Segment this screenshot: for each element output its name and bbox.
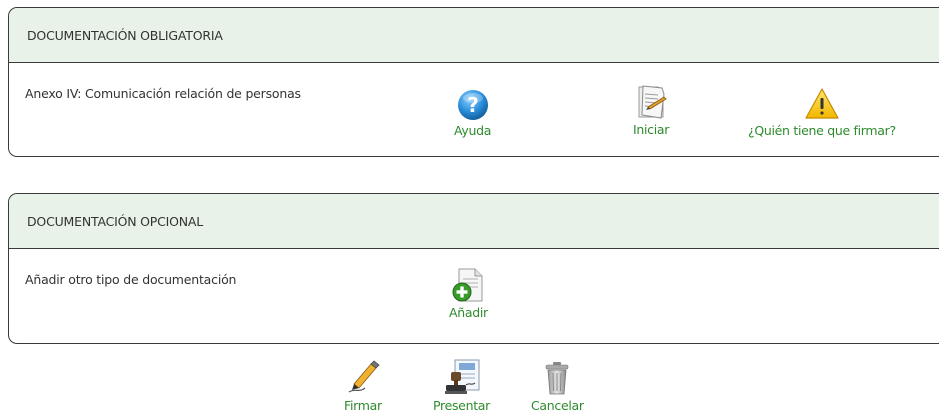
- stamp-icon: [444, 359, 479, 394]
- sign-label: Firmar: [344, 398, 382, 413]
- start-button[interactable]: Iniciar: [633, 84, 669, 137]
- document-edit-icon: [638, 85, 667, 119]
- optional-documents-title: DOCUMENTACIÓN OPCIONAL: [9, 194, 939, 249]
- cancel-button[interactable]: Cancelar: [531, 361, 584, 413]
- question-icon: ?: [457, 90, 488, 120]
- mandatory-documents-title: DOCUMENTACIÓN OBLIGATORIA: [9, 8, 939, 63]
- annex-iv-label: Anexo IV: Comunicación relación de perso…: [25, 86, 301, 101]
- submit-button[interactable]: Presentar: [433, 358, 490, 413]
- add-document-icon: [452, 268, 483, 302]
- start-label: Iniciar: [633, 122, 670, 137]
- mandatory-documents-panel: DOCUMENTACIÓN OBLIGATORIA Anexo IV: Comu…: [8, 7, 939, 157]
- add-label: Añadir: [449, 305, 488, 320]
- other-documentation-label: Añadir otro tipo de documentación: [25, 272, 237, 287]
- help-button[interactable]: ? Ayuda: [454, 89, 491, 138]
- help-label: Ayuda: [454, 123, 492, 138]
- who-signs-button[interactable]: ¿Quién tiene que firmar?: [748, 87, 896, 138]
- who-signs-label: ¿Quién tiene que firmar?: [748, 123, 896, 138]
- submit-label: Presentar: [433, 398, 490, 413]
- svg-text:?: ?: [467, 93, 479, 117]
- optional-documents-panel: DOCUMENTACIÓN OPCIONAL Añadir otro tipo …: [8, 193, 939, 344]
- warning-icon: [805, 88, 839, 119]
- cancel-label: Cancelar: [531, 398, 584, 413]
- sign-button[interactable]: Firmar: [344, 358, 382, 413]
- trash-icon: [546, 362, 569, 395]
- pen-icon: [348, 360, 380, 393]
- add-document-button[interactable]: Añadir: [449, 267, 488, 320]
